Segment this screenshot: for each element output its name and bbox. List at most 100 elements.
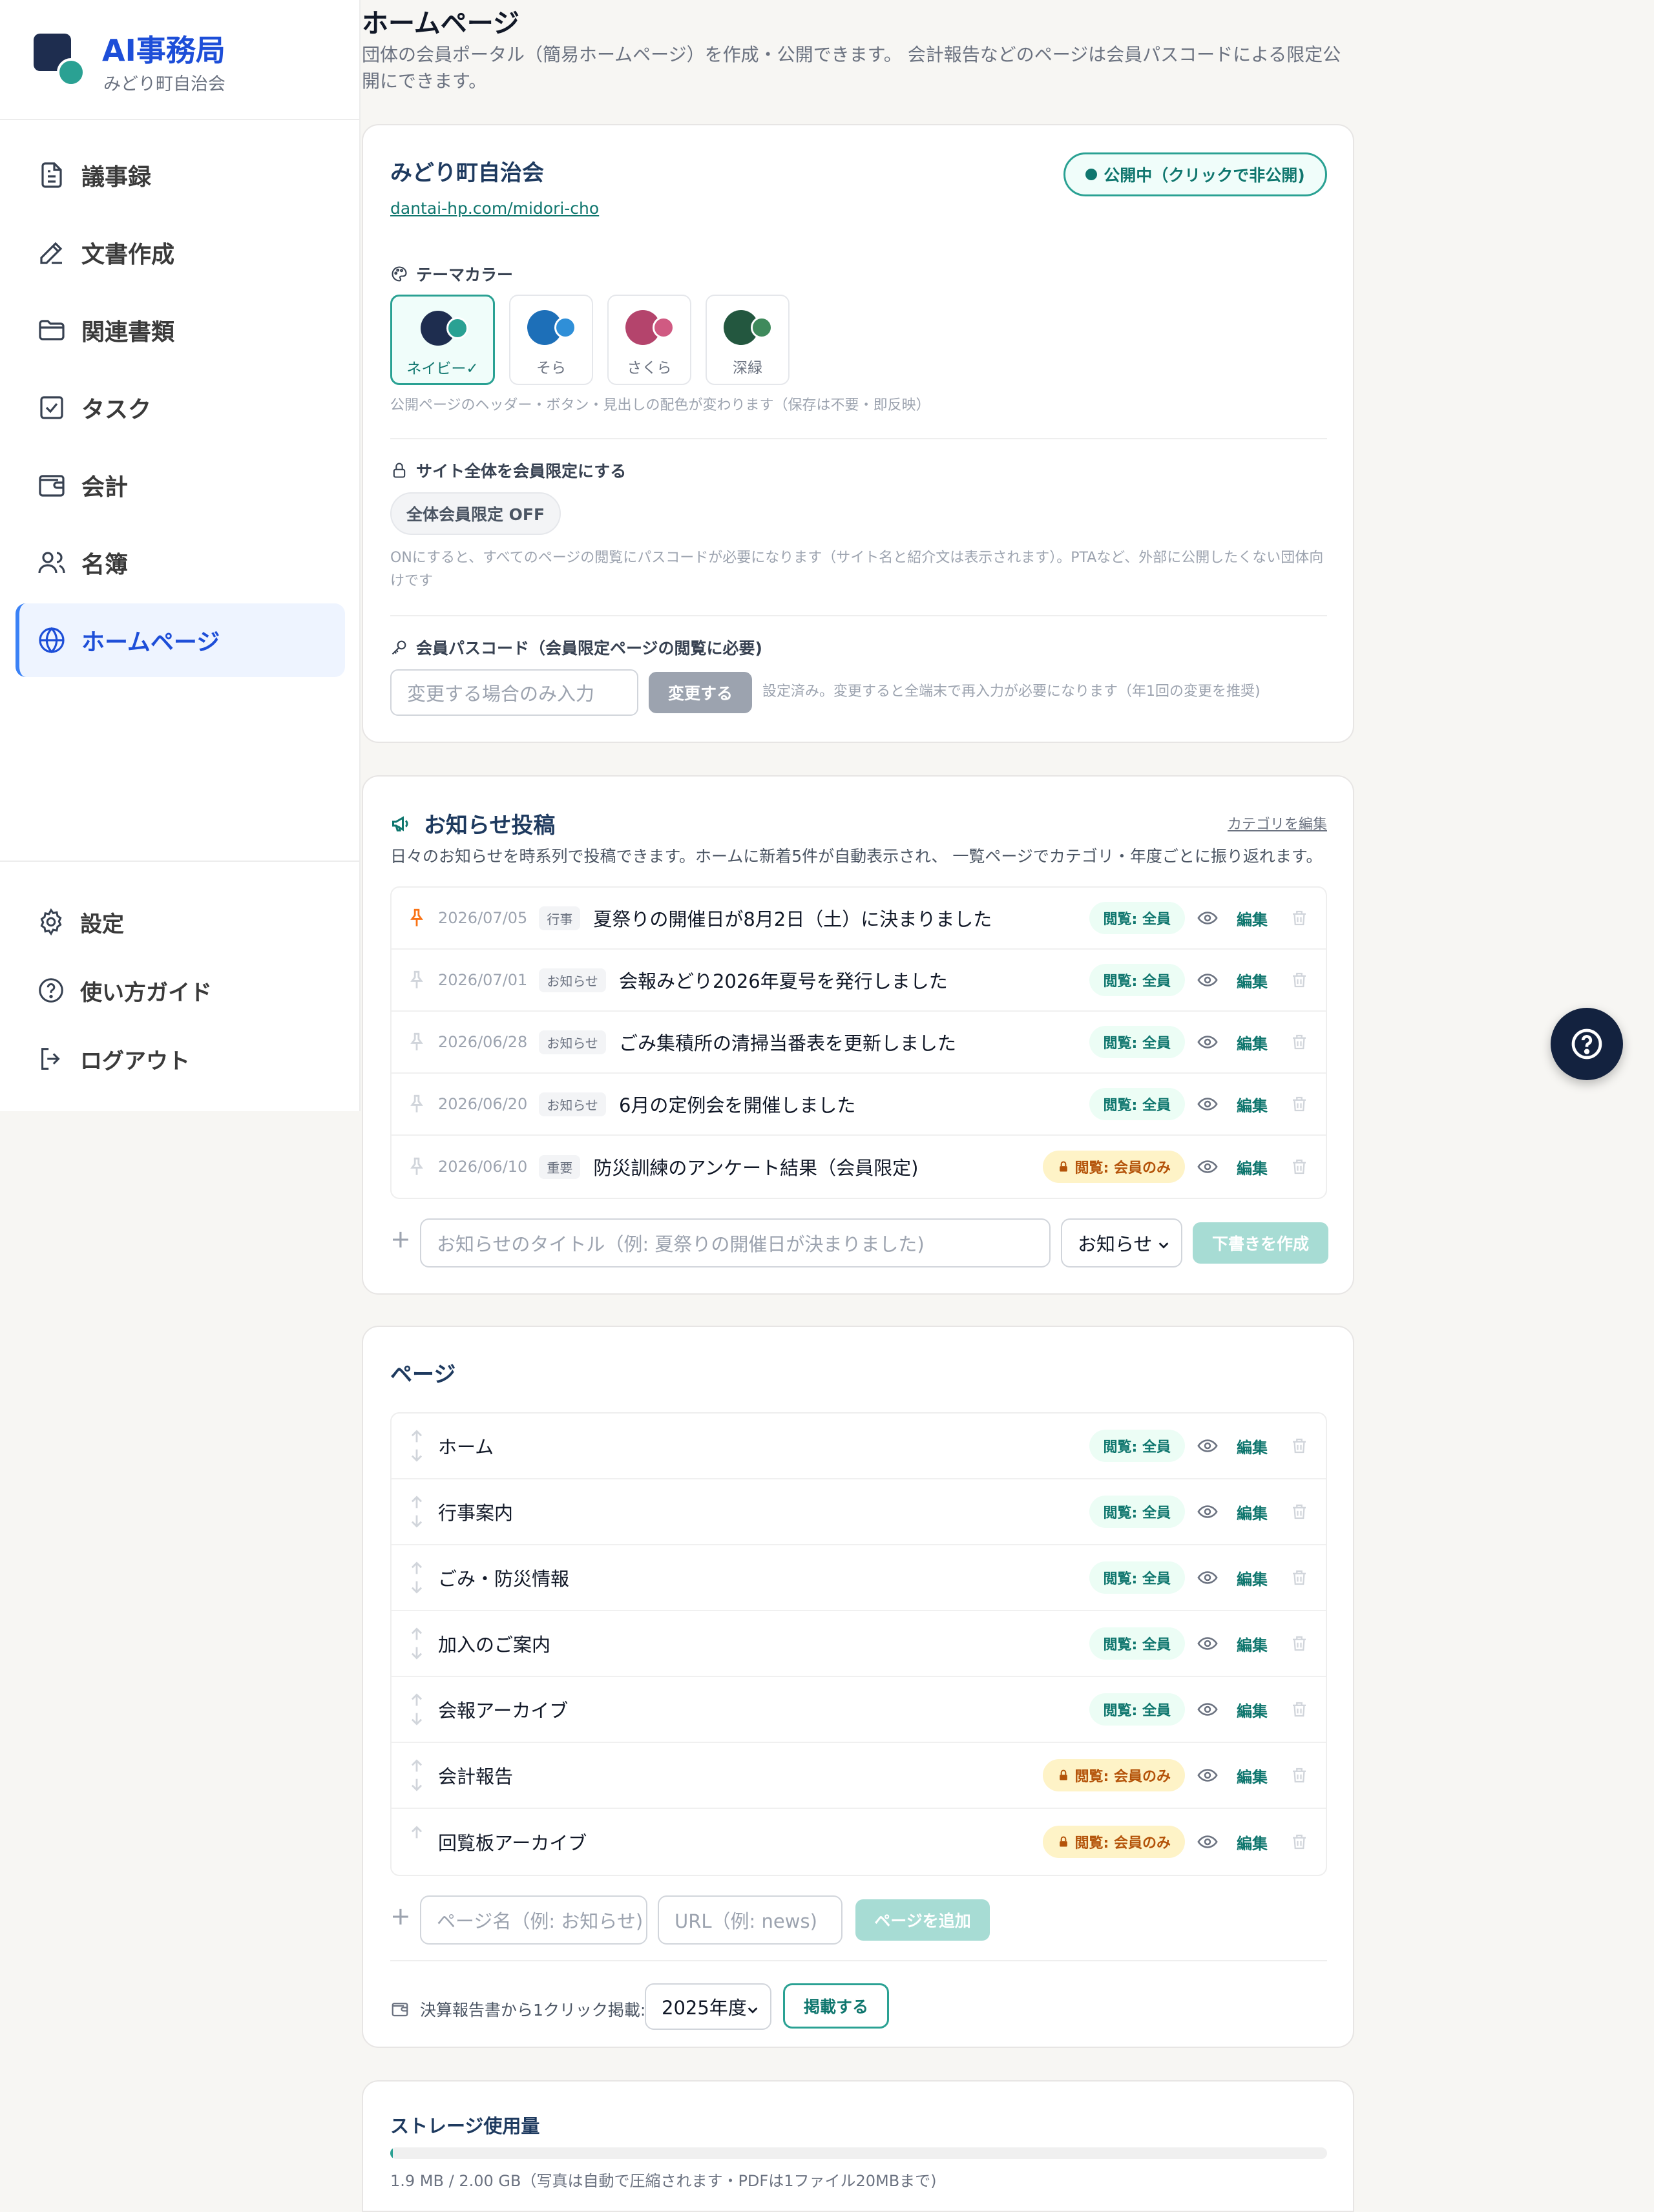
trash-icon[interactable]: [1290, 1502, 1309, 1521]
page-row[interactable]: 行事案内 閲覧: 全員 編集: [392, 1479, 1326, 1545]
access-badge[interactable]: 閲覧: 全員: [1089, 1088, 1185, 1120]
change-passcode-button[interactable]: 変更する: [649, 672, 752, 713]
eye-icon[interactable]: [1197, 1831, 1219, 1853]
edit-button[interactable]: 編集: [1237, 1435, 1268, 1457]
news-row[interactable]: 2026/06/10 重要 防災訓練のアンケート結果（会員限定) 閲覧: 会員の…: [392, 1136, 1326, 1198]
access-badge[interactable]: 閲覧: 全員: [1089, 1627, 1185, 1660]
page-row[interactable]: 会計報告 閲覧: 会員のみ 編集: [392, 1743, 1326, 1809]
edit-button[interactable]: 編集: [1237, 907, 1268, 930]
sidebar-item-documents[interactable]: 文書作成: [16, 216, 345, 289]
trash-icon[interactable]: [1290, 1766, 1309, 1785]
pin-icon[interactable]: [406, 1031, 428, 1053]
theme-swatch-shinryoku[interactable]: 深緑: [706, 295, 790, 385]
pin-icon[interactable]: [406, 907, 428, 929]
edit-button[interactable]: 編集: [1237, 1831, 1268, 1853]
eye-icon[interactable]: [1197, 1698, 1219, 1720]
eye-icon[interactable]: [1197, 907, 1219, 929]
pin-icon[interactable]: [406, 969, 428, 991]
theme-swatch-sora[interactable]: そら: [509, 295, 593, 385]
access-badge[interactable]: 閲覧: 会員のみ: [1042, 1759, 1185, 1791]
theme-swatch-navy[interactable]: ネイビー✓: [390, 295, 495, 385]
reorder-arrows-icon[interactable]: [406, 1822, 428, 1862]
add-page-button[interactable]: ページを追加: [855, 1899, 990, 1941]
page-row[interactable]: 会報アーカイブ 閲覧: 全員 編集: [392, 1677, 1326, 1743]
page-title-text[interactable]: ホーム: [438, 1432, 494, 1459]
access-badge[interactable]: 閲覧: 会員のみ: [1042, 1826, 1185, 1858]
eye-icon[interactable]: [1197, 969, 1219, 991]
page-title-text[interactable]: 回覧板アーカイブ: [438, 1828, 587, 1855]
eye-icon[interactable]: [1197, 1031, 1219, 1053]
trash-icon[interactable]: [1290, 1094, 1309, 1114]
news-category-select[interactable]: お知らせ: [1061, 1218, 1182, 1268]
eye-icon[interactable]: [1197, 1156, 1219, 1178]
page-row[interactable]: 回覧板アーカイブ 閲覧: 会員のみ 編集: [392, 1809, 1326, 1875]
news-title-text[interactable]: 6月の定例会を開催しました: [619, 1090, 855, 1118]
trash-icon[interactable]: [1290, 1032, 1309, 1052]
trash-icon[interactable]: [1290, 970, 1309, 990]
news-title-text[interactable]: 会報みどり2026年夏号を発行しました: [619, 966, 948, 994]
sidebar-item-logout[interactable]: ログアウト: [16, 1025, 345, 1093]
eye-icon[interactable]: [1197, 1435, 1219, 1457]
edit-button[interactable]: 編集: [1237, 1633, 1268, 1655]
member-only-toggle[interactable]: 全体会員限定 OFF: [390, 492, 561, 535]
news-title-input[interactable]: お知らせのタイトル（例: 夏祭りの開催日が決まりました): [420, 1218, 1051, 1268]
edit-button[interactable]: 編集: [1237, 969, 1268, 992]
reorder-arrows-icon[interactable]: [406, 1623, 428, 1664]
page-row[interactable]: 加入のご案内 閲覧: 全員 編集: [392, 1611, 1326, 1677]
create-draft-button[interactable]: 下書きを作成: [1193, 1222, 1328, 1264]
sidebar-item-files[interactable]: 関連書類: [16, 293, 345, 367]
edit-button[interactable]: 編集: [1237, 1698, 1268, 1721]
reorder-arrows-icon[interactable]: [406, 1755, 428, 1795]
edit-button[interactable]: 編集: [1237, 1501, 1268, 1523]
access-badge[interactable]: 閲覧: 全員: [1089, 1026, 1185, 1058]
theme-swatch-sakura[interactable]: さくら: [607, 295, 691, 385]
trash-icon[interactable]: [1290, 1634, 1309, 1653]
news-title-text[interactable]: 防災訓練のアンケート結果（会員限定): [593, 1153, 918, 1180]
sidebar-item-roster[interactable]: 名簿: [16, 526, 345, 600]
sidebar-item-homepage[interactable]: ホームページ: [16, 603, 345, 677]
eye-icon[interactable]: [1197, 1764, 1219, 1786]
reorder-arrows-icon[interactable]: [406, 1558, 428, 1598]
edit-button[interactable]: 編集: [1237, 1093, 1268, 1116]
pin-icon[interactable]: [406, 1156, 428, 1178]
trash-icon[interactable]: [1290, 1157, 1309, 1176]
passcode-input[interactable]: 変更する場合のみ入力: [390, 669, 638, 716]
access-badge[interactable]: 閲覧: 全員: [1089, 1430, 1185, 1462]
site-url-link[interactable]: dantai-hp.com/midori-cho: [390, 199, 599, 218]
page-title-text[interactable]: ごみ・防災情報: [438, 1564, 569, 1591]
page-title-text[interactable]: 会計報告: [438, 1762, 513, 1789]
news-title-text[interactable]: ごみ集積所の清掃当番表を更新しました: [619, 1028, 956, 1056]
access-badge[interactable]: 閲覧: 全員: [1089, 1561, 1185, 1594]
edit-button[interactable]: 編集: [1237, 1156, 1268, 1178]
access-badge[interactable]: 閲覧: 全員: [1089, 1496, 1185, 1528]
access-badge[interactable]: 閲覧: 全員: [1089, 1693, 1185, 1726]
eye-icon[interactable]: [1197, 1567, 1219, 1589]
eye-icon[interactable]: [1197, 1501, 1219, 1523]
reorder-arrows-icon[interactable]: [406, 1689, 428, 1729]
reorder-arrows-icon[interactable]: [406, 1426, 428, 1466]
edit-categories-link[interactable]: カテゴリを編集: [1228, 813, 1327, 833]
fiscal-year-select[interactable]: 2025年度: [645, 1983, 771, 2030]
page-row[interactable]: ホーム 閲覧: 全員 編集: [392, 1414, 1326, 1479]
publish-toggle-button[interactable]: 公開中（クリックで非公開): [1063, 152, 1327, 196]
sidebar-item-settings[interactable]: 設定: [16, 888, 345, 956]
page-title-text[interactable]: 会報アーカイブ: [438, 1696, 568, 1723]
sidebar-item-accounting[interactable]: 会計: [16, 448, 345, 522]
access-badge[interactable]: 閲覧: 全員: [1089, 964, 1185, 996]
sidebar-item-minutes[interactable]: 議事録: [16, 138, 345, 212]
edit-button[interactable]: 編集: [1237, 1567, 1268, 1589]
access-badge[interactable]: 閲覧: 全員: [1089, 902, 1185, 934]
page-title-text[interactable]: 行事案内: [438, 1498, 513, 1525]
page-name-input[interactable]: ページ名（例: お知らせ): [420, 1895, 647, 1945]
publish-financial-button[interactable]: 掲載する: [783, 1983, 889, 2029]
news-row[interactable]: 2026/06/20 お知らせ 6月の定例会を開催しました 閲覧: 全員 編集: [392, 1074, 1326, 1136]
page-row[interactable]: ごみ・防災情報 閲覧: 全員 編集: [392, 1545, 1326, 1611]
edit-button[interactable]: 編集: [1237, 1764, 1268, 1787]
trash-icon[interactable]: [1290, 1832, 1309, 1852]
sidebar-item-guide[interactable]: 使い方ガイド: [16, 956, 345, 1025]
page-title-text[interactable]: 加入のご案内: [438, 1630, 550, 1657]
pin-icon[interactable]: [406, 1093, 428, 1115]
reorder-arrows-icon[interactable]: [406, 1492, 428, 1532]
news-title-text[interactable]: 夏祭りの開催日が8月2日（土）に決まりました: [593, 904, 992, 932]
news-row[interactable]: 2026/06/28 お知らせ ごみ集積所の清掃当番表を更新しました 閲覧: 全…: [392, 1012, 1326, 1074]
